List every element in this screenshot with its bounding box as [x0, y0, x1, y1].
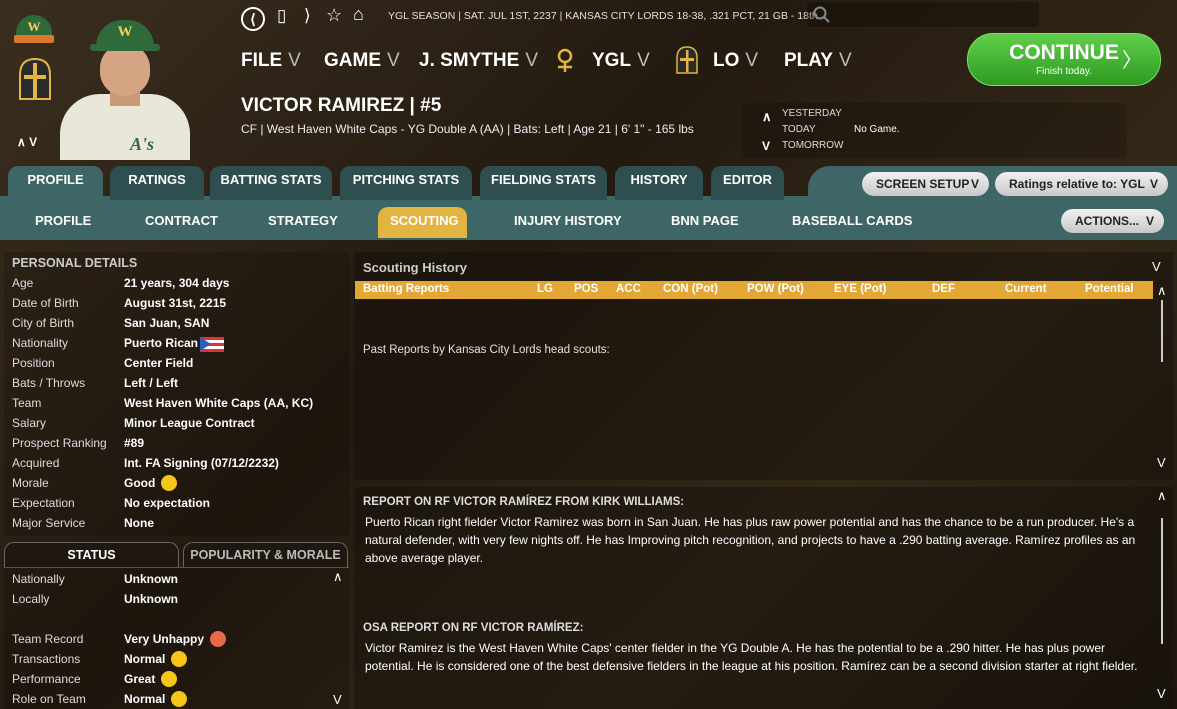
detail-key: Expectation — [12, 496, 75, 510]
past-reports-text: Past Reports by Kansas City Lords head s… — [363, 344, 610, 356]
morale-value: Good — [124, 476, 156, 491]
report-title: REPORT ON RF VICTOR RAMÍREZ FROM KIRK WI… — [363, 496, 685, 508]
status-text: Very Unhappy — [124, 632, 205, 647]
detail-row: Age 21 years, 304 days — [12, 276, 347, 296]
scouting-history-title: Scouting History — [363, 260, 468, 275]
detail-key: Date of Birth — [12, 296, 79, 310]
detail-value: San Juan, SAN — [124, 316, 210, 330]
status-scroll-down-icon[interactable]: V — [333, 692, 342, 707]
col-header[interactable]: Batting Reports — [363, 283, 449, 295]
detail-row: Major Service None — [12, 516, 347, 536]
detail-key: Nationality — [12, 336, 69, 350]
col-header[interactable]: Current — [1005, 283, 1047, 295]
detail-key: Morale — [12, 476, 49, 490]
status-value: Normal — [124, 691, 188, 708]
status-key: Transactions — [12, 652, 81, 666]
detail-key: Bats / Throws — [12, 376, 86, 390]
detail-row: Expectation No expectation — [12, 496, 347, 516]
detail-key: Acquired — [12, 456, 60, 470]
detail-row: Position Center Field — [12, 356, 347, 376]
reports-scroll-up-icon[interactable]: ∧ — [1157, 488, 1167, 504]
status-row: Nationally Unknown — [12, 572, 347, 592]
app-window: W ∧ V W A's ⟨ ▯ ⟩ ☆ ⌂ YGL SEASON | SAT. … — [0, 0, 1177, 709]
table-scroll-up-icon[interactable]: ∧ — [1157, 283, 1167, 299]
detail-row: Nationality Puerto Rican — [12, 336, 347, 356]
detail-value: Puerto Rican — [124, 336, 199, 350]
status-key: Locally — [12, 592, 50, 606]
detail-key: Salary — [12, 416, 47, 430]
report-body: Victor Ramirez is the West Haven White C… — [365, 641, 1138, 673]
detail-value: August 31st, 2215 — [124, 296, 227, 310]
col-header[interactable]: EYE (Pot) — [834, 283, 886, 295]
report-body: Puerto Rican right fielder Victor Ramire… — [365, 515, 1136, 565]
detail-row: Prospect Ranking #89 — [12, 436, 347, 456]
puerto-rico-flag-icon — [200, 337, 224, 352]
detail-key: Major Service — [12, 516, 86, 530]
sad-face-icon — [210, 631, 227, 647]
detail-value: No expectation — [124, 496, 211, 510]
status-key: Performance — [12, 672, 81, 686]
status-row: Role on Team Normal — [12, 691, 347, 709]
status-value: Very Unhappy — [124, 631, 227, 648]
col-header[interactable]: POW (Pot) — [747, 283, 804, 295]
col-header[interactable]: DEF — [932, 283, 955, 295]
scouting-table-header: Batting Reports LG POS ACC CON (Pot) POW… — [355, 281, 1153, 299]
status-text: Normal — [124, 692, 166, 707]
grin-icon — [161, 671, 178, 687]
detail-value: Good — [124, 475, 178, 492]
smiley-icon — [171, 691, 188, 707]
table-scrollbar[interactable] — [1161, 300, 1163, 362]
detail-key: Prospect Ranking — [12, 436, 107, 450]
status-value: Unknown — [124, 592, 178, 606]
detail-value: 21 years, 304 days — [124, 276, 230, 290]
status-value: Normal — [124, 651, 188, 668]
status-text: Normal — [124, 652, 166, 667]
personal-details-header: PERSONAL DETAILS — [12, 256, 138, 270]
detail-value: Center Field — [124, 356, 194, 370]
col-header[interactable]: Potential — [1085, 283, 1134, 295]
past-reports-label: Past Reports by Kansas City Lords head s… — [355, 341, 1153, 361]
report-title: OSA REPORT ON RF VICTOR RAMÍREZ: — [363, 622, 584, 634]
detail-value: Int. FA Signing (07/12/2232) — [124, 456, 279, 470]
detail-value: #89 — [124, 436, 145, 450]
col-header[interactable]: ACC — [616, 283, 641, 295]
detail-row: Date of Birth August 31st, 2215 — [12, 296, 347, 316]
table-scroll-down-icon[interactable]: V — [1157, 455, 1166, 470]
col-header[interactable]: POS — [574, 283, 598, 295]
status-row: Locally Unknown — [12, 592, 347, 612]
status-row: Transactions Normal — [12, 651, 347, 672]
status-row: Team Record Very Unhappy — [12, 631, 347, 652]
tab-popularity-morale[interactable]: POPULARITY & MORALE — [183, 542, 348, 568]
detail-row: City of Birth San Juan, SAN — [12, 316, 347, 336]
detail-row: Bats / Throws Left / Left — [12, 376, 347, 396]
status-value: Unknown — [124, 572, 178, 586]
detail-key: Position — [12, 356, 55, 370]
detail-value: Left / Left — [124, 376, 178, 390]
smiley-icon — [161, 475, 178, 491]
status-scroll-up-icon[interactable]: ∧ — [333, 569, 343, 585]
status-value: Great — [124, 671, 178, 688]
status-key: Team Record — [12, 632, 84, 646]
col-header[interactable]: CON (Pot) — [663, 283, 718, 295]
detail-row: Salary Minor League Contract — [12, 416, 347, 436]
status-key: Role on Team — [12, 692, 86, 706]
detail-value: Minor League Contract — [124, 416, 255, 430]
collapse-chevron-icon[interactable]: V — [1152, 259, 1161, 274]
detail-key: City of Birth — [12, 316, 75, 330]
smiley-icon — [171, 651, 188, 667]
detail-key: Team — [12, 396, 42, 410]
detail-row: Morale Good — [12, 475, 347, 496]
status-key: Nationally — [12, 572, 65, 586]
detail-row: Team West Haven White Caps (AA, KC) — [12, 396, 347, 416]
detail-row: Acquired Int. FA Signing (07/12/2232) — [12, 456, 347, 476]
tab-status[interactable]: STATUS — [4, 542, 179, 568]
detail-key: Age — [12, 276, 34, 290]
team-link[interactable]: West Haven White Caps (AA, KC) — [124, 396, 313, 410]
reports-scrollbar[interactable] — [1161, 518, 1163, 644]
status-text: Great — [124, 672, 156, 687]
reports-scroll-down-icon[interactable]: V — [1157, 686, 1166, 701]
status-row: Performance Great — [12, 671, 347, 692]
detail-value: None — [124, 516, 154, 530]
col-header[interactable]: LG — [537, 283, 553, 295]
